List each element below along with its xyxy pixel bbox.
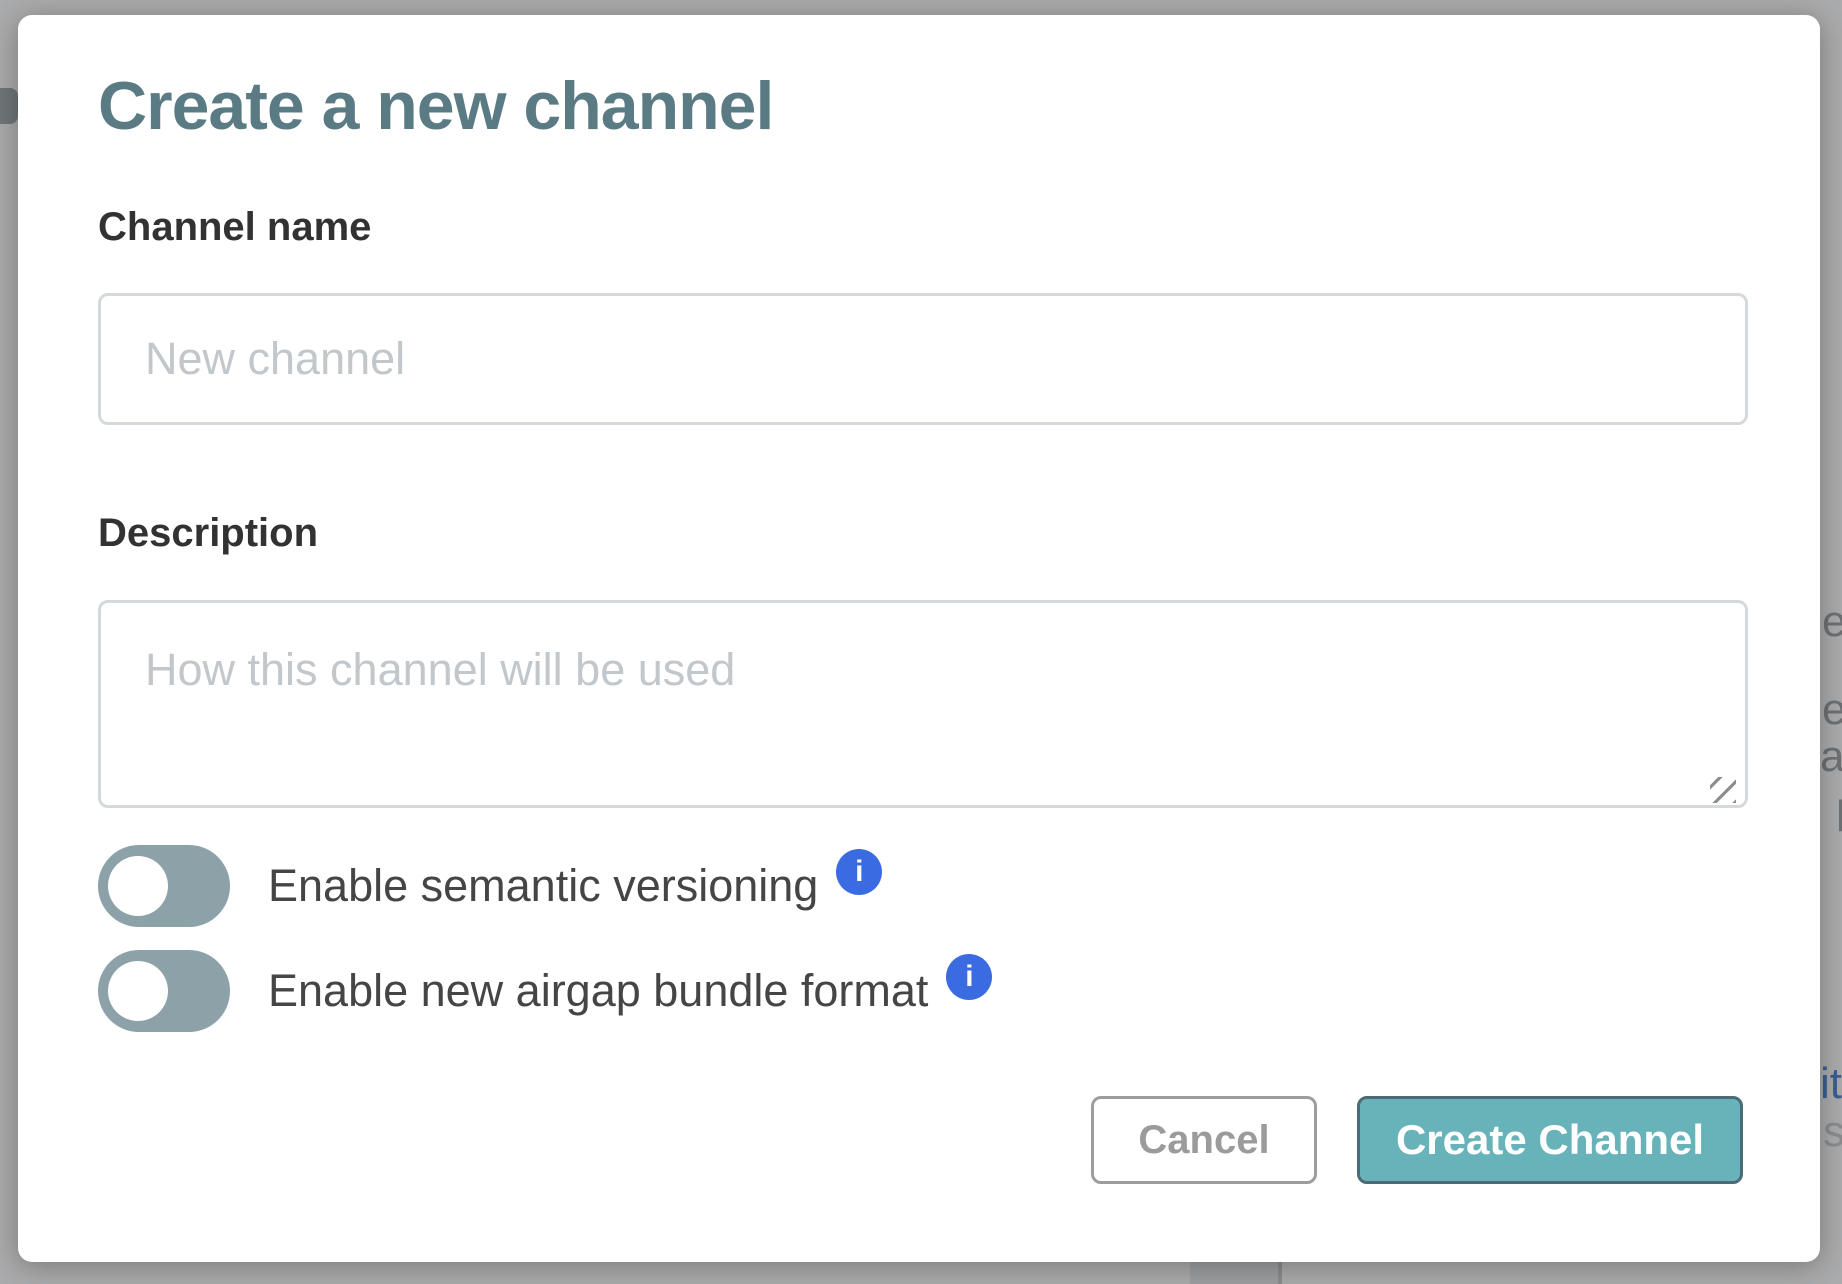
- modal-actions: Cancel Create Channel: [1091, 1096, 1743, 1184]
- channel-name-input[interactable]: [98, 293, 1748, 425]
- semantic-versioning-row: Enable semantic versioning i: [98, 845, 882, 927]
- create-channel-button[interactable]: Create Channel: [1357, 1096, 1743, 1184]
- description-label: Description: [98, 511, 318, 556]
- toggle-knob: [108, 856, 168, 916]
- airgap-bundle-row: Enable new airgap bundle format i: [98, 950, 992, 1032]
- semantic-versioning-label: Enable semantic versioning: [268, 860, 818, 912]
- background-text-fragment: e: [1822, 688, 1842, 732]
- background-text-fragment: l: [1836, 795, 1842, 839]
- background-text-fragment: a: [1820, 735, 1842, 779]
- channel-name-label: Channel name: [98, 205, 371, 250]
- background-text-fragment: s: [1823, 1110, 1842, 1154]
- airgap-bundle-label: Enable new airgap bundle format: [268, 965, 928, 1017]
- background-page-fragment: [1190, 1262, 1282, 1284]
- description-textarea[interactable]: [98, 600, 1748, 808]
- create-channel-modal: Create a new channel Channel name Descri…: [18, 15, 1820, 1262]
- info-icon[interactable]: i: [946, 954, 992, 1000]
- cancel-button[interactable]: Cancel: [1091, 1096, 1317, 1184]
- background-link-fragment: it: [1820, 1062, 1842, 1106]
- info-icon[interactable]: i: [836, 849, 882, 895]
- toggle-knob: [108, 961, 168, 1021]
- semantic-versioning-toggle[interactable]: [98, 845, 230, 927]
- background-page-fragment: [0, 88, 18, 124]
- background-text-fragment: e: [1822, 600, 1842, 644]
- modal-title: Create a new channel: [98, 67, 773, 145]
- airgap-bundle-toggle[interactable]: [98, 950, 230, 1032]
